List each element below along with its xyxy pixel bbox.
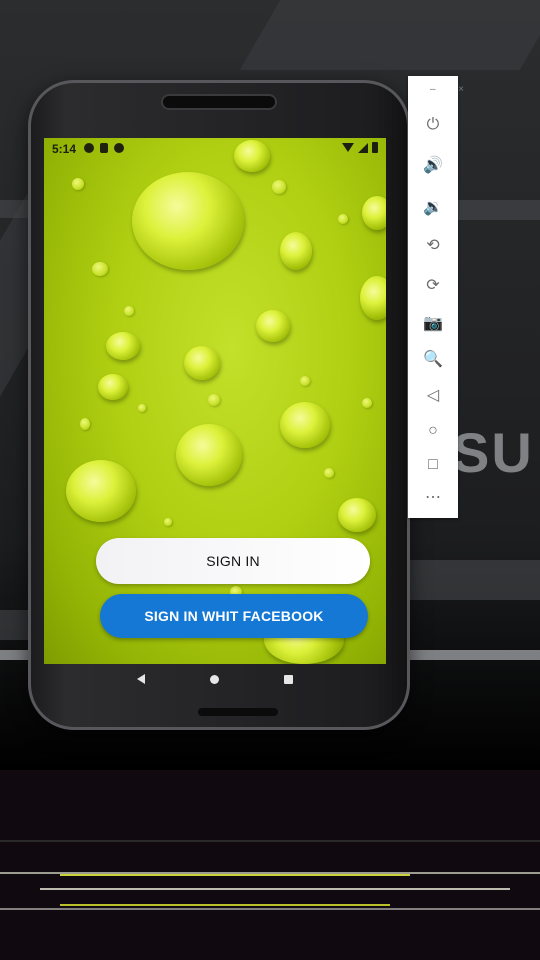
- sign-in-facebook-button[interactable]: SIGN IN WHIT FACEBOOK: [100, 594, 368, 638]
- signal-icon: [358, 142, 368, 153]
- zoom-icon[interactable]: 🔍: [420, 346, 446, 372]
- bottom-speaker: [198, 708, 278, 716]
- android-nav-bar: [44, 664, 386, 694]
- emulator-window-controls: – ×: [430, 84, 464, 95]
- monitor-brand-logo: SU: [452, 421, 534, 484]
- more-icon[interactable]: ⋯: [420, 484, 446, 510]
- battery-icon: [372, 142, 378, 153]
- power-icon[interactable]: ⏻: [420, 112, 446, 138]
- volume-down-icon[interactable]: 🔉: [420, 194, 446, 220]
- screenshot-icon[interactable]: 📷: [420, 310, 446, 336]
- close-button[interactable]: ×: [458, 84, 464, 95]
- top-speaker: [163, 96, 275, 108]
- status-time: 5:14: [52, 142, 77, 156]
- sd-card-icon: [100, 143, 108, 153]
- rotate-left-icon[interactable]: ⟲: [420, 232, 446, 258]
- video-glitch-area: [0, 770, 540, 960]
- emulator-toolbar: – × ⏻ 🔊 🔉 ⟲ ⟳ 📷 🔍 ◁ ○ □ ⋯: [408, 76, 464, 518]
- phone-screen[interactable]: 5:14 SIGN IN SIGN IN WHIT FACEBOOK: [44, 138, 386, 664]
- wifi-icon: [342, 143, 354, 152]
- home-icon[interactable]: [209, 674, 219, 684]
- sign-in-button[interactable]: SIGN IN: [96, 538, 370, 584]
- back-icon[interactable]: [136, 674, 145, 684]
- minimize-button[interactable]: –: [430, 84, 436, 95]
- recent-apps-icon[interactable]: [284, 674, 294, 684]
- volume-up-icon[interactable]: 🔊: [420, 152, 446, 178]
- back-icon[interactable]: ◁: [420, 382, 446, 408]
- notification-a-icon: [84, 143, 94, 153]
- phone-device: 5:14 SIGN IN SIGN IN WHIT FACEBOOK: [28, 80, 410, 730]
- overview-icon[interactable]: □: [420, 452, 446, 478]
- notification-circle-icon: [114, 143, 124, 153]
- status-bar: 5:14: [44, 138, 386, 160]
- home-icon[interactable]: ○: [420, 418, 446, 444]
- rotate-right-icon[interactable]: ⟳: [420, 272, 446, 298]
